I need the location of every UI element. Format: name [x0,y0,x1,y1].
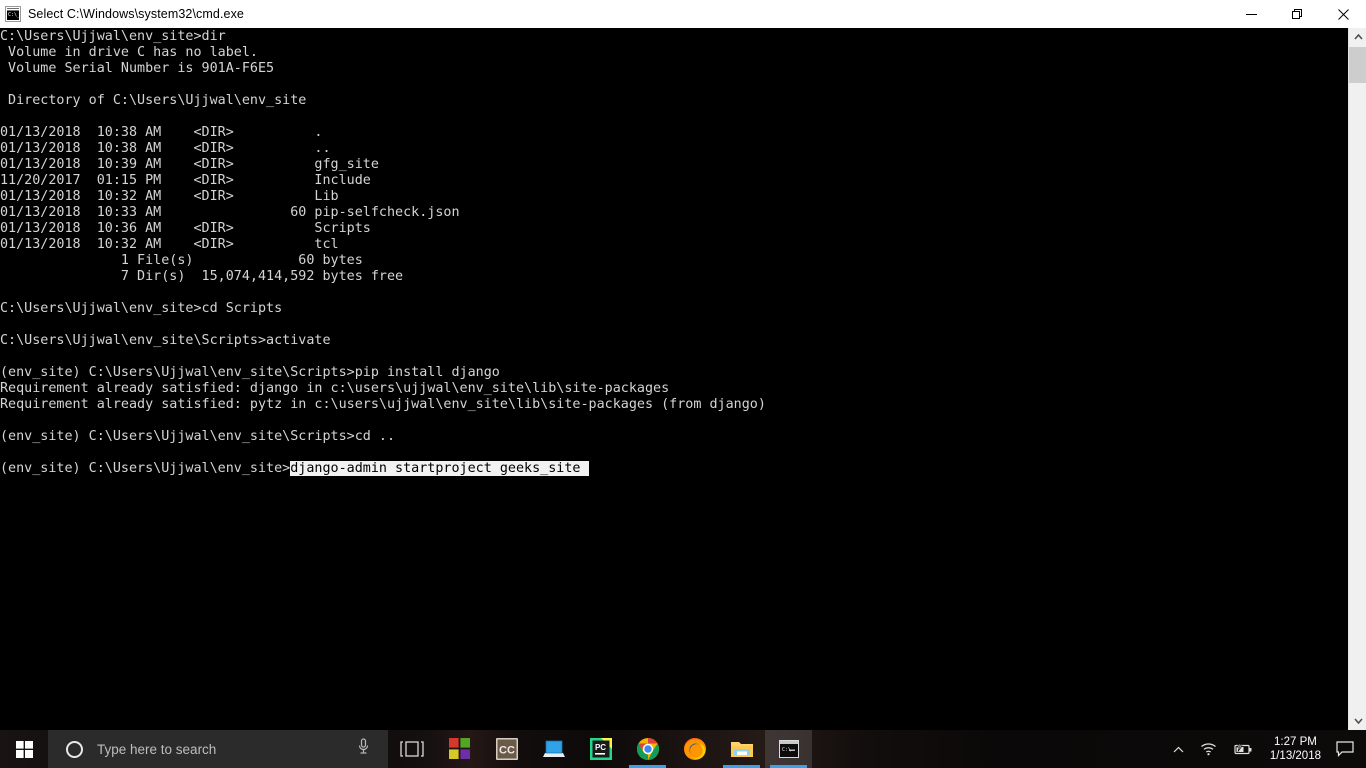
task-view-icon[interactable] [388,730,436,768]
console-line: 01/13/2018 10:39 AM <DIR> gfg_site [0,157,379,172]
console-line: Requirement already satisfied: django in… [0,381,670,396]
console-scrollbar[interactable] [1348,28,1366,730]
console-line: C:\Users\Ujjwal\env_site>dir [0,29,226,44]
window-title: Select C:\Windows\system32\cmd.exe [28,7,244,21]
cortana-circle-icon[interactable] [66,740,83,758]
chevron-up-icon[interactable] [1165,730,1192,768]
console-line: C:\Users\Ujjwal\env_site>cd Scripts [0,301,283,316]
console-line: 01/13/2018 10:33 AM 60 pip-selfcheck.jso… [0,205,460,220]
console-line: Requirement already satisfied: pytz in c… [0,397,766,412]
console-text: C:\Users\Ujjwal\env_site>dir Volume in d… [0,29,766,477]
taskbar-clock[interactable]: 1:27 PM 1/13/2018 [1261,730,1330,768]
console-prompt: (env_site) C:\Users\Ujjwal\env_site> [0,461,291,476]
battery-charging-icon[interactable] [1225,730,1261,768]
console-line: 1 File(s) 60 bytes [0,253,363,268]
console-line: 01/13/2018 10:38 AM <DIR> .. [0,141,331,156]
windows-taskbar: Type here to search CC PC C:\ 1:27 PM 1/… [0,730,1366,768]
taskbar-app-file-explorer[interactable] [718,730,765,768]
console-line: Volume in drive C has no label. [0,45,258,60]
console-line: 01/13/2018 10:32 AM <DIR> Lib [0,189,339,204]
clock-time: 1:27 PM [1274,736,1317,748]
microphone-icon[interactable] [357,738,370,760]
svg-text:CC: CC [499,745,515,757]
system-tray: 1:27 PM 1/13/2018 [1165,730,1366,768]
window-titlebar[interactable]: C:\_ Select C:\Windows\system32\cmd.exe [0,0,1366,28]
desktop-screen: C:\_ Select C:\Windows\system32\cmd.exe [0,0,1366,768]
taskbar-app-buttons: CC PC C:\ [436,730,812,768]
console-line: Directory of C:\Users\Ujjwal\env_site [0,93,307,108]
minimize-button[interactable] [1228,0,1274,28]
taskbar-app-microsoft-store[interactable] [436,730,483,768]
notification-icon[interactable] [1330,730,1366,768]
console-line: 01/13/2018 10:32 AM <DIR> tcl [0,237,339,252]
taskbar-app-pycharm[interactable]: PC [577,730,624,768]
console-line: C:\Users\Ujjwal\env_site\Scripts>activat… [0,333,331,348]
window-controls [1228,0,1366,28]
search-input[interactable]: Type here to search [48,730,388,768]
svg-text:PC: PC [594,743,605,752]
clock-date: 1/13/2018 [1269,750,1321,762]
taskbar-app-command-prompt[interactable]: C:\ [765,730,812,768]
taskbar-app-google-chrome[interactable] [624,730,671,768]
console-line: Volume Serial Number is 901A-F6E5 [0,61,275,76]
cmd-console-icon: C:\_ [5,6,21,22]
taskbar-app-mozilla-firefox[interactable] [671,730,718,768]
chevron-up-icon[interactable] [1349,28,1366,46]
search-placeholder-text: Type here to search [97,741,217,757]
console-line: 7 Dir(s) 15,074,414,592 bytes free [0,269,404,284]
taskbar-app-camtasia-cc[interactable]: CC [483,730,530,768]
console-line: 01/13/2018 10:38 AM <DIR> . [0,125,323,140]
console-line: 11/20/2017 01:15 PM <DIR> Include [0,173,371,188]
console-output-area[interactable]: C:\Users\Ujjwal\env_site>dir Volume in d… [0,28,1348,730]
taskbar-app-remote-desktop[interactable] [530,730,577,768]
chevron-down-icon[interactable] [1349,712,1366,730]
selected-command-text[interactable]: django-admin startproject geeks_site [290,461,589,476]
close-button[interactable] [1320,0,1366,28]
console-line: (env_site) C:\Users\Ujjwal\env_site>djan… [0,461,766,477]
console-line: (env_site) C:\Users\Ujjwal\env_site\Scri… [0,365,500,380]
wifi-icon[interactable] [1192,730,1225,768]
icon-screen-glyph: C:\_ [7,11,19,20]
scrollbar-thumb[interactable] [1349,47,1366,83]
restore-button[interactable] [1274,0,1320,28]
console-line: 01/13/2018 10:36 AM <DIR> Scripts [0,221,371,236]
console-line: (env_site) C:\Users\Ujjwal\env_site\Scri… [0,429,396,444]
windows-start-icon[interactable] [0,730,48,768]
